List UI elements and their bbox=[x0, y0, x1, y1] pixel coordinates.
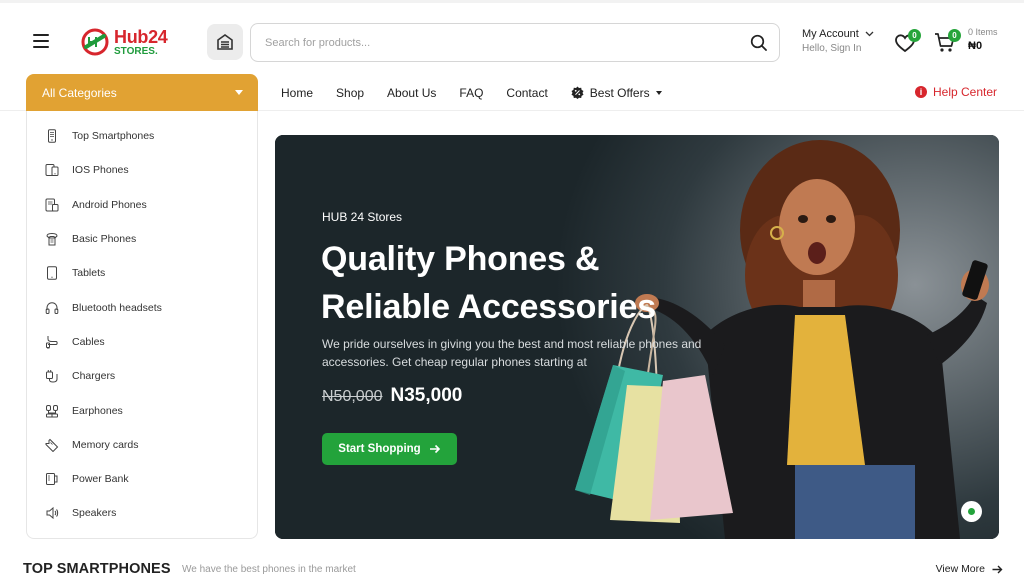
caret-down-icon bbox=[235, 90, 243, 95]
start-shopping-button[interactable]: Start Shopping bbox=[322, 433, 457, 465]
category-label: Cables bbox=[72, 335, 105, 348]
store-button[interactable] bbox=[207, 24, 243, 60]
category-label: Tablets bbox=[72, 267, 106, 280]
category-label: IOS Phones bbox=[72, 164, 129, 177]
category-label: Power Bank bbox=[72, 473, 129, 486]
wishlist-count-badge: 0 bbox=[908, 29, 921, 42]
best-offers-label: Best Offers bbox=[589, 85, 650, 100]
android-phone-icon bbox=[45, 198, 59, 212]
all-categories-toggle[interactable]: All Categories bbox=[26, 74, 258, 111]
nav-faq[interactable]: FAQ bbox=[459, 86, 483, 100]
category-item-cables[interactable]: Cables bbox=[27, 325, 257, 359]
logo-name: Hub24 bbox=[114, 26, 168, 47]
page: Hub24 STORES. My Account Hello, Sign In bbox=[0, 0, 1024, 587]
headset-icon bbox=[45, 301, 59, 314]
account-title: My Account bbox=[802, 28, 859, 40]
main-nav: All Categories Home Shop About Us FAQ Co… bbox=[0, 74, 1024, 111]
category-item-basic-phones[interactable]: Basic Phones bbox=[27, 222, 257, 256]
category-item-chargers[interactable]: Chargers bbox=[27, 359, 257, 393]
help-center-link[interactable]: i Help Center bbox=[915, 85, 997, 99]
category-item-ios-phones[interactable]: IOS Phones bbox=[27, 153, 257, 187]
hero-banner: HUB 24 Stores Quality Phones & Reliable … bbox=[275, 135, 999, 539]
category-panel: Top Smartphones IOS Phones Android Phone… bbox=[26, 111, 258, 539]
nav-shop[interactable]: Shop bbox=[336, 86, 364, 100]
old-price: N50,000 bbox=[322, 388, 383, 405]
store-icon bbox=[217, 34, 233, 50]
power-bank-icon bbox=[46, 473, 58, 486]
view-more-label: View More bbox=[935, 563, 985, 575]
category-label: Basic Phones bbox=[72, 233, 137, 246]
account-subtitle: Hello, Sign In bbox=[802, 43, 862, 54]
category-label: Android Phones bbox=[72, 198, 147, 211]
logo-icon bbox=[81, 28, 109, 56]
smartphone-icon bbox=[48, 129, 56, 143]
category-item-android-phones[interactable]: Android Phones bbox=[27, 188, 257, 222]
logo[interactable]: Hub24 STORES. bbox=[80, 25, 175, 59]
help-center-label: Help Center bbox=[933, 85, 998, 99]
category-item-memory-cards[interactable]: Memory cards bbox=[27, 428, 257, 462]
chevron-down-icon bbox=[865, 31, 874, 37]
category-label: Speakers bbox=[72, 507, 117, 520]
category-item-top-smartphones[interactable]: Top Smartphones bbox=[27, 119, 257, 153]
cart-items-count: 0 Items bbox=[968, 27, 998, 37]
category-item-tablets[interactable]: Tablets bbox=[27, 256, 257, 290]
category-label: Memory cards bbox=[72, 438, 139, 451]
start-shopping-label: Start Shopping bbox=[338, 443, 421, 455]
logo-subtitle: STORES. bbox=[114, 45, 158, 57]
top-smartphones-section-header: TOP SMARTPHONES We have the best phones … bbox=[23, 559, 1003, 581]
nav-about-us[interactable]: About Us bbox=[387, 86, 436, 100]
category-label: Bluetooth headsets bbox=[72, 301, 162, 314]
tablet-icon bbox=[47, 266, 57, 281]
section-subtitle: We have the best phones in the market bbox=[182, 564, 356, 575]
price-row: N50,000 N35,000 bbox=[322, 385, 462, 407]
new-price: N35,000 bbox=[390, 385, 463, 406]
category-label: Chargers bbox=[72, 370, 116, 383]
hero-title: Quality Phones & Reliable Accessories bbox=[321, 235, 741, 331]
category-item-bluetooth-headsets[interactable]: Bluetooth headsets bbox=[27, 290, 257, 324]
cart-count-badge: 0 bbox=[948, 29, 961, 42]
offer-badge-icon bbox=[571, 86, 584, 99]
nav-best-offers[interactable]: Best Offers bbox=[571, 86, 662, 100]
arrow-right-icon bbox=[429, 444, 440, 454]
search-icon[interactable] bbox=[749, 33, 769, 53]
category-item-earphones[interactable]: Earphones bbox=[27, 393, 257, 427]
nav-contact[interactable]: Contact bbox=[506, 86, 547, 100]
category-item-power-bank[interactable]: Power Bank bbox=[27, 462, 257, 496]
site-header: Hub24 STORES. My Account Hello, Sign In bbox=[0, 0, 1024, 74]
search-bar bbox=[250, 23, 780, 62]
section-title: TOP SMARTPHONES bbox=[23, 561, 171, 577]
category-label: Earphones bbox=[72, 404, 123, 417]
my-account-menu[interactable]: My Account Hello, Sign In bbox=[802, 28, 882, 58]
slider-indicator[interactable] bbox=[961, 501, 982, 522]
arrow-right-icon bbox=[992, 565, 1003, 573]
wishlist-button[interactable]: 0 bbox=[894, 29, 921, 54]
caret-down-icon bbox=[655, 90, 662, 95]
hero-title-line-1: Quality Phones & bbox=[321, 240, 600, 278]
cable-icon bbox=[46, 335, 58, 349]
search-input[interactable] bbox=[265, 33, 735, 53]
menu-icon[interactable] bbox=[33, 34, 49, 48]
category-label: Top Smartphones bbox=[72, 130, 155, 143]
cart-summary[interactable]: 0 Items ₦0 bbox=[968, 27, 1018, 52]
cart-total: ₦0 bbox=[968, 40, 983, 52]
category-item-speakers[interactable]: Speakers bbox=[27, 496, 257, 530]
earphones-icon bbox=[46, 404, 58, 418]
speaker-icon bbox=[46, 507, 59, 520]
memory-card-icon bbox=[45, 438, 59, 452]
cart-button[interactable]: 0 bbox=[934, 29, 961, 54]
ios-phone-icon bbox=[45, 164, 59, 177]
all-categories-label: All Categories bbox=[42, 85, 117, 100]
hero-description: We pride ourselves in giving you the bes… bbox=[322, 337, 702, 369]
hero-eyebrow: HUB 24 Stores bbox=[322, 210, 403, 224]
charger-icon bbox=[46, 370, 58, 383]
nav-home[interactable]: Home bbox=[281, 86, 313, 100]
view-more-link[interactable]: View More bbox=[936, 563, 1003, 575]
hero-title-line-2: Reliable Accessories bbox=[321, 288, 656, 326]
basic-phone-icon bbox=[46, 233, 58, 246]
info-icon: i bbox=[915, 86, 927, 98]
